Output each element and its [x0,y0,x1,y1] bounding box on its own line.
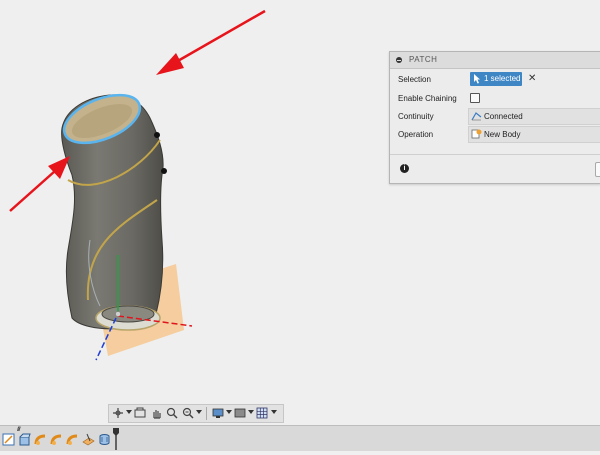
annotation-arrow [156,9,266,75]
plane-icon[interactable] [82,433,95,446]
enable-chaining-checkbox[interactable] [470,93,480,103]
collapse-icon[interactable] [396,57,402,63]
display-settings-icon[interactable] [212,407,224,419]
visual-style-icon[interactable] [234,407,246,419]
pan-icon[interactable] [150,407,162,419]
selection-row: Selection 1 selected ✕ [390,70,600,88]
continuity-value: Connected [484,112,523,121]
operation-dropdown[interactable]: New Body [468,126,600,143]
selection-value: 1 selected [484,74,521,83]
navigation-toolbar [108,404,284,423]
sketch-icon[interactable] [2,433,15,446]
operation-row: Operation New Body [390,125,600,143]
patch-panel: PATCH Selection 1 selected ✕ Enable Chai… [389,51,600,184]
sweep-icon[interactable] [50,433,63,446]
clear-selection-icon[interactable]: ✕ [528,71,536,87]
chevron-down-icon[interactable] [196,410,202,414]
connected-icon [471,112,482,121]
info-icon[interactable]: i [400,164,409,173]
sweep-icon[interactable] [34,433,47,446]
ok-button[interactable] [595,162,600,177]
panel-footer: i [390,154,600,183]
new-body-icon [471,129,482,139]
panel-title: PATCH [409,55,438,64]
chevron-down-icon[interactable] [226,410,232,414]
enable-chaining-row: Enable Chaining [390,89,600,107]
fit-icon[interactable] [182,407,194,419]
grid-icon[interactable] [256,407,268,419]
patch-icon[interactable] [98,433,111,446]
continuity-dropdown[interactable]: Connected [468,108,600,125]
toolbar-divider [206,407,207,420]
panel-header[interactable]: PATCH [390,52,600,69]
vertex-point[interactable] [154,132,160,138]
vertex-point[interactable] [161,168,167,174]
timeline-marker[interactable] [113,428,119,450]
continuity-label: Continuity [398,112,434,121]
selection-label: Selection [398,75,431,84]
chevron-down-icon[interactable] [126,410,132,414]
continuity-row: Continuity Connected [390,107,600,125]
selection-button[interactable]: 1 selected [470,72,522,86]
orbit-icon[interactable] [112,407,124,419]
extrude-icon[interactable] [18,433,31,446]
operation-label: Operation [398,130,434,139]
operation-value: New Body [484,130,521,139]
chevron-down-icon[interactable] [248,410,254,414]
chevron-down-icon[interactable] [271,410,277,414]
timeline: //// [0,425,600,451]
enable-chaining-label: Enable Chaining [398,94,457,103]
cursor-icon [474,74,480,84]
zoom-icon[interactable] [166,407,178,419]
annotation-arrow [9,156,70,212]
look-at-icon[interactable] [134,407,146,419]
sweep-icon[interactable] [66,433,79,446]
